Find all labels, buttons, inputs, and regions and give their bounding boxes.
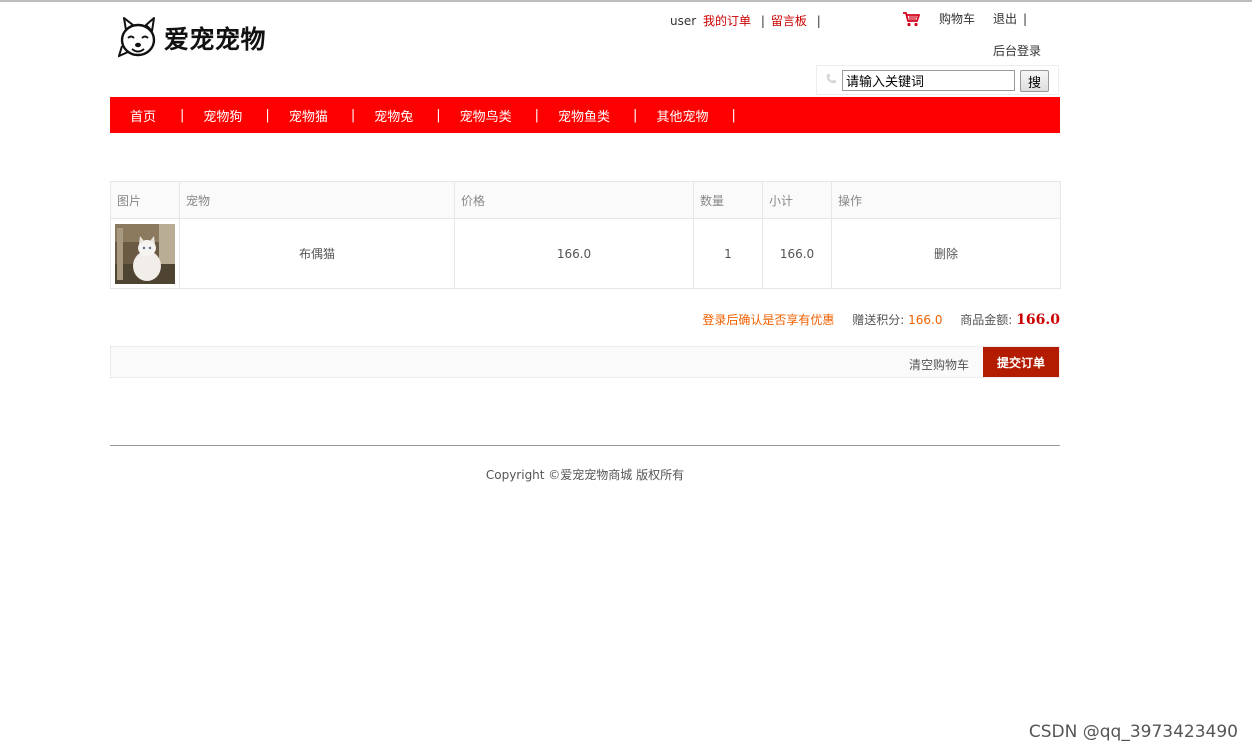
table-row: 布偶猫 166.0 1 166.0 删除 xyxy=(110,218,1061,289)
copyright-text: Copyright ©爱宠宠物商城 版权所有 xyxy=(485,468,685,482)
nav-item-cats[interactable]: 宠物猫 xyxy=(289,106,328,125)
logout-link[interactable]: 退出 xyxy=(993,10,1017,27)
order-summary: 登录后确认是否享有优惠 赠送积分: 166.0 商品金额: 166.0 xyxy=(702,311,1060,328)
subtotal-cell: 166.0 xyxy=(762,218,832,289)
submit-order-button[interactable]: 提交订单 xyxy=(983,347,1059,377)
admin-login-link[interactable]: 后台登录 xyxy=(993,42,1041,59)
nav-item-dogs[interactable]: 宠物狗 xyxy=(203,106,242,125)
header-pet: 宠物 xyxy=(179,181,455,219)
nav-separator: | xyxy=(534,107,540,123)
amount-label: 商品金额: xyxy=(960,313,1013,327)
nav-item-birds[interactable]: 宠物鸟类 xyxy=(460,106,512,125)
separator: | xyxy=(816,14,821,28)
header-subtotal: 小计 xyxy=(762,181,832,219)
delete-link[interactable]: 删除 xyxy=(831,218,1061,289)
amount-value: 166.0 xyxy=(1016,312,1060,328)
points-label: 赠送积分: xyxy=(852,313,905,327)
nav-item-other[interactable]: 其他宠物 xyxy=(656,106,708,125)
nav-separator: | xyxy=(350,107,356,123)
cart-link[interactable]: 购物车 xyxy=(939,10,975,27)
quantity-cell: 1 xyxy=(693,218,763,289)
clear-cart-link[interactable]: 清空购物车 xyxy=(909,356,969,373)
username-label: user xyxy=(670,14,697,28)
site-logo[interactable]: 爱宠宠物 xyxy=(118,15,288,61)
header-price: 价格 xyxy=(454,181,694,219)
cart-table: 图片 宠物 价格 数量 小计 操作 布偶猫 166.0 1 166.0 删除 xyxy=(110,181,1061,289)
nav-separator: | xyxy=(180,107,185,123)
login-discount-hint[interactable]: 登录后确认是否享有优惠 xyxy=(702,313,834,327)
table-header-row: 图片 宠物 价格 数量 小计 操作 xyxy=(110,181,1061,219)
nav-separator: | xyxy=(436,107,441,123)
shopping-cart-icon[interactable] xyxy=(902,11,920,27)
nav-item-home[interactable]: 首页 xyxy=(130,106,156,125)
my-orders-link[interactable]: 我的订单 xyxy=(703,14,751,28)
header-quantity: 数量 xyxy=(693,181,763,219)
watermark-text: CSDN @qq_3973423490 xyxy=(1028,722,1238,742)
dog-logo-icon xyxy=(118,17,156,58)
main-nav: 首页 | 宠物狗 | 宠物猫 | 宠物兔 | 宠物鸟类 | 宠物鱼类 | 其他宠… xyxy=(110,97,1060,133)
nav-separator: | xyxy=(265,107,270,123)
search-box: 搜 xyxy=(816,65,1059,95)
search-input[interactable] xyxy=(842,70,1015,91)
message-board-link[interactable]: 留言板 xyxy=(771,14,807,28)
cart-area: 购物车 退出 | xyxy=(902,10,1027,27)
search-button[interactable]: 搜 xyxy=(1020,70,1049,92)
nav-separator: | xyxy=(633,107,638,123)
pet-name-cell[interactable]: 布偶猫 xyxy=(179,218,455,289)
cart-actions-bar: 清空购物车 提交订单 xyxy=(110,346,1060,378)
header-image: 图片 xyxy=(110,181,180,219)
nav-item-fish[interactable]: 宠物鱼类 xyxy=(558,106,610,125)
separator: | xyxy=(760,14,765,28)
phone-icon xyxy=(826,74,836,84)
pet-thumbnail[interactable] xyxy=(115,223,175,284)
nav-separator: | xyxy=(731,107,736,123)
nav-item-rabbits[interactable]: 宠物兔 xyxy=(374,106,413,125)
header-action: 操作 xyxy=(831,181,1061,219)
logo-text: 爱宠宠物 xyxy=(164,25,267,54)
top-user-links: user 我的订单 | 留言板 | xyxy=(670,12,827,29)
points-value: 166.0 xyxy=(908,313,943,327)
footer-divider xyxy=(110,445,1060,446)
price-cell: 166.0 xyxy=(454,218,694,289)
separator: | xyxy=(1023,11,1028,26)
pet-image-cell xyxy=(110,218,180,289)
